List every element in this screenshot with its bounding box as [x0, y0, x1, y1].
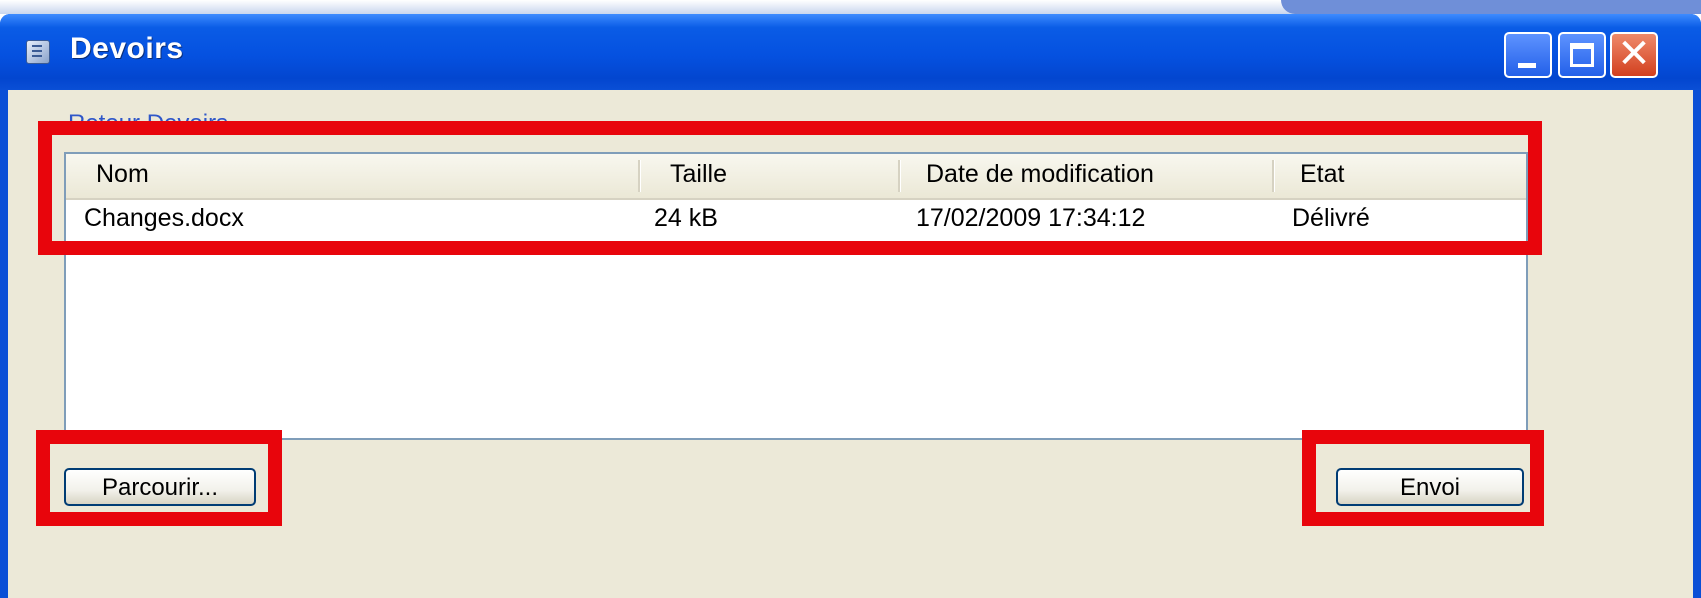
document-icon [26, 40, 50, 64]
highlight-send-button [1302, 430, 1544, 526]
close-icon: ✕ [1617, 31, 1651, 77]
close-button[interactable]: ✕ [1610, 32, 1658, 78]
title-bar[interactable]: Devoirs ✕ [0, 14, 1701, 90]
minimize-icon [1518, 63, 1536, 68]
highlight-file-list [38, 121, 1542, 255]
maximize-icon [1570, 43, 1594, 67]
minimize-button[interactable] [1504, 32, 1552, 78]
window-title: Devoirs [70, 32, 184, 65]
background-strip [0, 0, 1701, 14]
highlight-browse-button [36, 430, 282, 526]
maximize-button[interactable] [1558, 32, 1606, 78]
